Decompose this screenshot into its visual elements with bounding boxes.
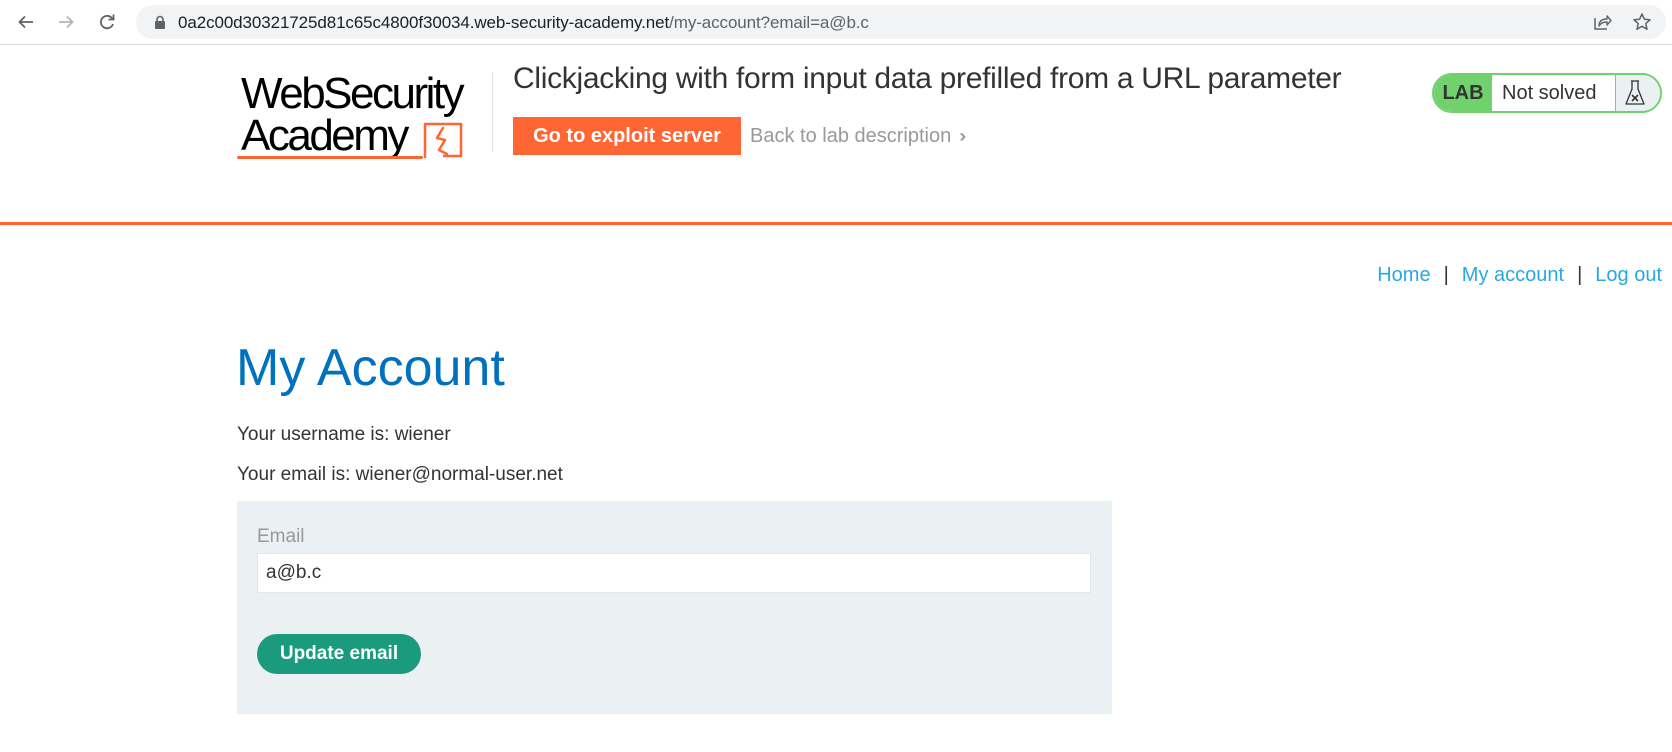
lab-badge: LAB: [1434, 75, 1492, 111]
lab-status-widget: LAB Not solved: [1432, 73, 1662, 113]
bookmark-star-icon: [1633, 13, 1651, 30]
share-button[interactable]: [1592, 12, 1612, 32]
flask-icon: [1625, 80, 1645, 105]
forward-button[interactable]: [52, 8, 80, 36]
address-bar[interactable]: 0a2c00d30321725d81c65c4800f30034.web-sec…: [136, 5, 1666, 39]
update-email-button[interactable]: Update email: [257, 634, 421, 674]
logo-text-line1: WebSecurity: [241, 69, 465, 118]
username-info: Your username is: wiener: [237, 424, 451, 445]
header-orange-rule: [0, 222, 1672, 225]
lab-title: Clickjacking with form input data prefil…: [513, 62, 1342, 95]
nav-separator: |: [1443, 264, 1449, 286]
email-info: Your email is: wiener@normal-user.net: [237, 464, 563, 485]
logo-text-line2: Academy: [241, 111, 409, 160]
header-divider: [492, 72, 493, 152]
reload-button[interactable]: [93, 8, 121, 36]
back-button[interactable]: [12, 8, 40, 36]
account-nav: Home | My account | Log out: [1377, 264, 1662, 287]
email-input[interactable]: [257, 553, 1091, 593]
nav-log-out-link[interactable]: Log out: [1595, 264, 1662, 287]
nav-home-link[interactable]: Home: [1377, 264, 1430, 287]
lab-flask-container: [1616, 75, 1660, 111]
double-chevron-right-icon: ››: [959, 126, 966, 146]
go-to-exploit-server-button[interactable]: Go to exploit server: [513, 117, 741, 155]
email-label: Email: [257, 526, 305, 547]
url-path: /my-account?email=a@b.c: [669, 13, 869, 32]
web-security-academy-logo[interactable]: WebSecurity Academy: [237, 70, 489, 162]
forward-arrow-icon: [59, 15, 74, 29]
nav-separator: |: [1577, 264, 1583, 286]
share-icon: [1594, 15, 1612, 30]
logo-lightning-icon: [423, 122, 463, 158]
back-arrow-icon: [18, 15, 33, 29]
lock-icon: [155, 15, 165, 29]
change-email-form: Email Update email: [237, 501, 1112, 714]
logo-underline: [237, 156, 423, 159]
page-title: My Account: [236, 339, 505, 397]
bookmark-button[interactable]: [1632, 12, 1652, 32]
reload-icon: [100, 14, 115, 30]
back-to-lab-description-link[interactable]: Back to lab description ››: [750, 125, 966, 148]
browser-toolbar: 0a2c00d30321725d81c65c4800f30034.web-sec…: [0, 0, 1672, 45]
lab-status-text: Not solved: [1492, 75, 1616, 111]
url-text[interactable]: 0a2c00d30321725d81c65c4800f30034.web-sec…: [178, 13, 869, 33]
url-host: 0a2c00d30321725d81c65c4800f30034.web-sec…: [178, 13, 670, 32]
back-link-label: Back to lab description: [750, 125, 952, 147]
nav-my-account-link[interactable]: My account: [1462, 264, 1564, 287]
